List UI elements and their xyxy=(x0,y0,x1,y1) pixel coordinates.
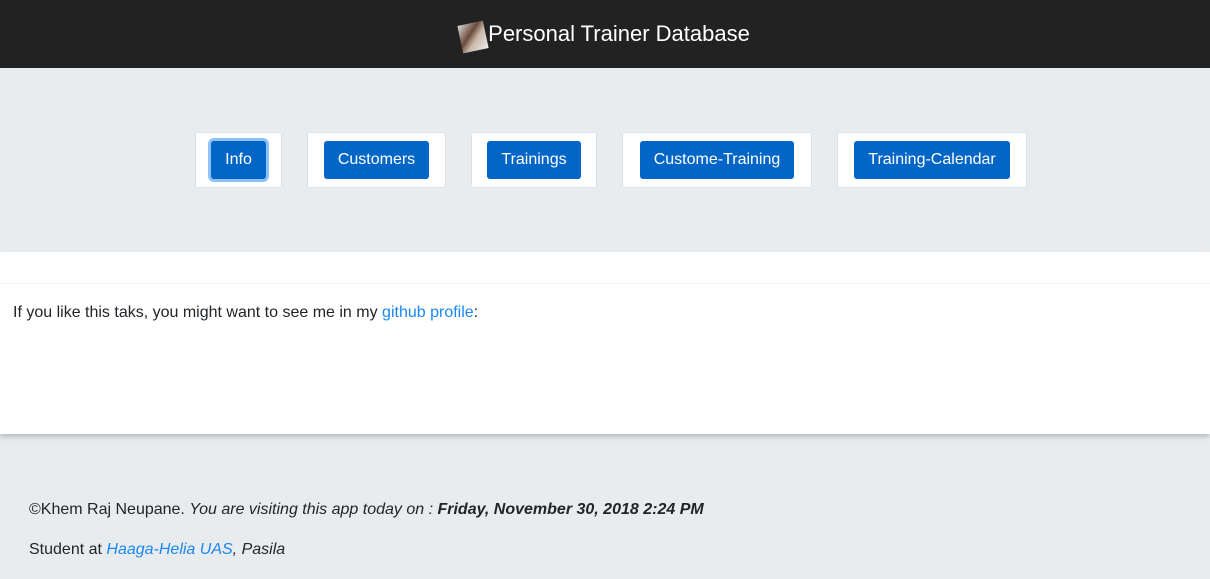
nav-card-trainings: Trainings xyxy=(471,132,597,188)
campus: , Pasila xyxy=(232,541,286,558)
nav-card-training-calendar: Training-Calendar xyxy=(837,132,1027,188)
app-title: Personal Trainer Database xyxy=(488,21,750,46)
github-profile-link[interactable]: github profile xyxy=(382,304,474,321)
training-calendar-button[interactable]: Training-Calendar xyxy=(854,141,1010,179)
author: ©Khem Raj Neupane. xyxy=(29,501,190,518)
info-text-after: : xyxy=(473,304,479,321)
footer-school-line: Student at Haaga-Helia UAS, Pasila xyxy=(29,541,285,559)
info-panel: If you like this taks, you might want to… xyxy=(0,252,1210,434)
nav-card-info: Info xyxy=(195,132,282,188)
trainer-logo-icon xyxy=(457,20,489,54)
nav-card-customers: Customers xyxy=(307,132,446,188)
customers-button[interactable]: Customers xyxy=(323,141,430,179)
student-prefix: Student at xyxy=(29,541,107,558)
info-button[interactable]: Info xyxy=(211,141,266,179)
visit-date: Friday, November 30, 2018 2:24 PM xyxy=(437,501,704,518)
visiting-label: You are visiting this app today on : xyxy=(189,501,438,518)
nav-card-custome-training: Custome-Training xyxy=(622,132,812,188)
app-header: Personal Trainer Database xyxy=(0,0,1210,68)
nav-bar: Info Customers Trainings Custome-Trainin… xyxy=(0,132,1210,188)
info-text: If you like this taks, you might want to… xyxy=(13,304,478,322)
custome-training-button[interactable]: Custome-Training xyxy=(639,141,795,179)
divider xyxy=(0,283,1210,284)
trainings-button[interactable]: Trainings xyxy=(487,141,581,179)
info-text-before: If you like this taks, you might want to… xyxy=(13,304,383,321)
school-link[interactable]: Haaga-Helia UAS xyxy=(106,541,232,558)
footer-visit-line: ©Khem Raj Neupane. You are visiting this… xyxy=(29,501,704,519)
